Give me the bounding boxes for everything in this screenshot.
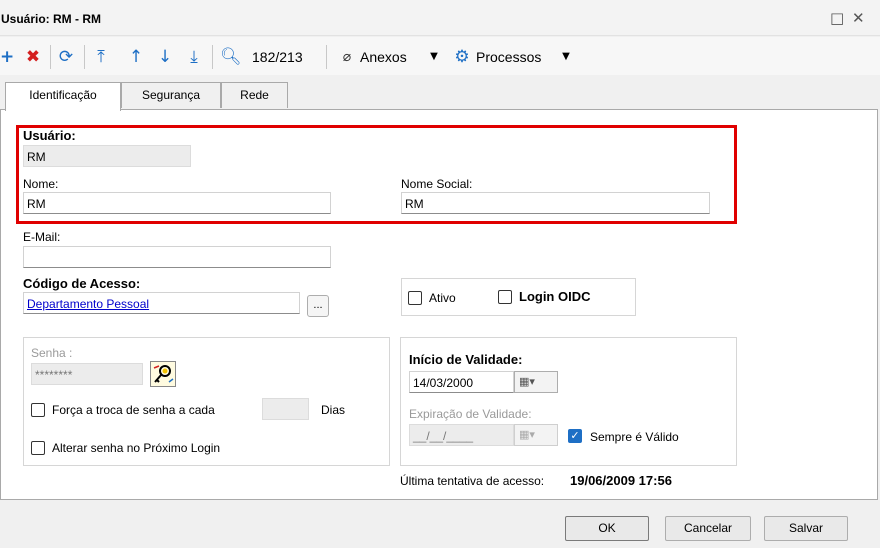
paperclip-icon[interactable]: ⌀ [340,46,354,68]
expiracao-validade-field[interactable]: __/__/____ [409,424,514,446]
window-title: Usuário: RM - RM [1,12,101,26]
ultima-tentativa-label: Última tentativa de acesso: [400,474,545,488]
expiracao-validade-label: Expiração de Validade: [409,407,532,421]
nome-social-value: RM [405,197,424,211]
codigo-acesso-link[interactable]: Departamento Pessoal [27,297,149,311]
codigo-acesso-label: Código de Acesso: [23,276,141,291]
ultima-tentativa-value: 19/06/2009 17:56 [570,473,672,488]
nome-field[interactable]: RM [23,192,331,214]
tab-label: Rede [240,88,269,102]
ok-button[interactable]: OK [565,516,649,541]
alterar-senha-label: Alterar senha no Próximo Login [52,441,221,455]
cancelar-button[interactable]: Cancelar [665,516,751,541]
tab-identificacao[interactable]: Identificação [5,82,121,111]
login-oidc-checkbox[interactable] [498,290,512,304]
chevron-down-icon[interactable]: ▼ [560,46,572,68]
ativo-checkbox[interactable] [408,291,422,305]
tab-strip: Identificação Segurança Rede [0,82,880,111]
usuario-label: Usuário: [23,128,76,143]
email-field[interactable] [23,246,331,268]
forca-troca-checkbox[interactable] [31,403,45,417]
toolbar-separator [212,45,213,69]
nome-social-field[interactable]: RM [401,192,710,214]
login-oidc-label: Login OIDC [519,289,591,304]
plus-icon[interactable]: + [0,46,14,68]
usuario-field[interactable]: RM [23,145,191,167]
senha-value: ******** [35,368,73,382]
forca-troca-label: Força a troca de senha a cada [52,403,215,417]
tab-label: Identificação [29,88,97,102]
restore-icon[interactable]: □ [830,9,844,27]
first-icon[interactable]: ⤒ [92,46,110,68]
calendar-icon[interactable]: ▦▾ [514,371,558,393]
previous-icon[interactable]: ↑ [128,46,144,68]
ativo-label: Ativo [429,291,456,305]
close-icon[interactable]: ✕ [852,9,865,27]
toolbar-separator [326,45,327,69]
calendar-icon[interactable]: ▦▾ [514,424,558,446]
dias-field[interactable] [262,398,309,420]
codigo-acesso-field[interactable]: Departamento Pessoal [23,292,300,314]
nome-value: RM [27,197,46,211]
senha-label: Senha : [31,346,73,360]
lookup-button[interactable]: ... [307,295,329,317]
record-counter: 182/213 [252,49,303,65]
salvar-button[interactable]: Salvar [764,516,848,541]
usuario-value: RM [27,150,46,164]
anexos-menu[interactable]: Anexos [360,48,407,66]
email-label: E-Mail: [23,230,61,244]
tab-rede[interactable]: Rede [221,82,288,108]
toolbar: + ✖ ⟳ ⤒ ↑ ↓ ⤓ 🔍︎ 182/213 ⌀ Anexos ▼ ⚙ Pr… [0,37,880,75]
alterar-senha-checkbox[interactable] [31,441,45,455]
refresh-icon[interactable]: ⟳ [56,46,76,68]
key-icon[interactable] [150,361,176,387]
inicio-validade-value: 14/03/2000 [413,376,474,390]
senha-field[interactable]: ******** [31,363,143,385]
delete-icon[interactable]: ✖ [24,46,42,68]
title-bar: Usuário: RM - RM □ ✕ [0,0,880,36]
expiracao-validade-value: __/__/____ [413,429,474,443]
toolbar-separator [84,45,85,69]
next-icon[interactable]: ↓ [157,46,173,68]
inicio-validade-field[interactable]: 14/03/2000 [409,371,514,393]
inicio-validade-label: Início de Validade: [409,352,523,367]
nome-social-label: Nome Social: [401,177,473,191]
tab-seguranca[interactable]: Segurança [121,82,221,108]
gear-icon[interactable]: ⚙ [453,46,471,68]
sempre-valido-label: Sempre é Válido [590,430,679,444]
last-icon[interactable]: ⤓ [185,46,203,68]
chevron-down-icon[interactable]: ▼ [428,46,440,68]
toolbar-separator [50,45,51,69]
search-icon[interactable]: 🔍︎ [220,46,242,68]
tab-label: Segurança [141,88,201,102]
processos-menu[interactable]: Processos [476,48,541,66]
footer: OK Cancelar Salvar [0,501,880,548]
sempre-valido-checkbox[interactable]: ✓ [568,429,582,443]
dias-label: Dias [321,403,346,417]
nome-label: Nome: [23,177,59,191]
